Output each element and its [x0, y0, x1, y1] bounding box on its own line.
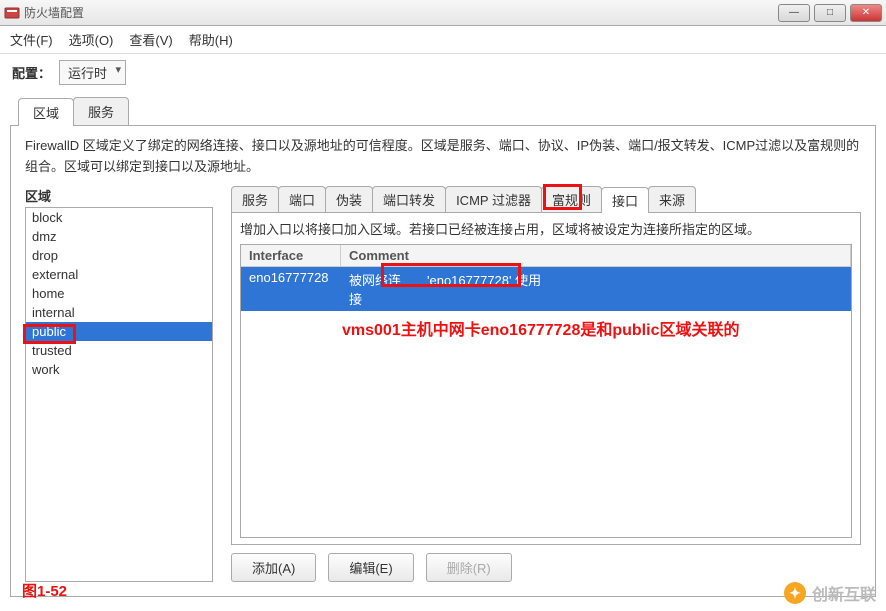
titlebar: 防火墙配置 — □ ✕ — [0, 0, 886, 26]
menu-options[interactable]: 选项(O) — [69, 30, 114, 49]
zone-item-block[interactable]: block — [26, 208, 212, 227]
interface-panel: 增加入口以将接口加入区域。若接口已经被连接占用，区域将被设定为连接所指定的区域。… — [231, 212, 861, 545]
menubar: 文件(F) 选项(O) 查看(V) 帮助(H) — [0, 26, 886, 54]
zone-item-internal[interactable]: internal — [26, 303, 212, 322]
interface-row[interactable]: eno16777728 被网络连接 'eno16777728' 使用 — [241, 267, 851, 311]
col-interface[interactable]: Interface — [241, 245, 341, 267]
tab-zone[interactable]: 区域 — [18, 98, 74, 126]
interface-table[interactable]: Interface Comment eno16777728 被网络连接 'eno… — [240, 244, 852, 538]
config-row: 配置： 运行时 — [0, 54, 886, 91]
interface-desc: 增加入口以将接口加入区域。若接口已经被连接占用，区域将被设定为连接所指定的区域。 — [240, 219, 852, 238]
watermark-logo-icon: ✦ — [784, 582, 806, 604]
cell-comment-b: 'eno16777728' 使用 — [419, 267, 851, 311]
window-title: 防火墙配置 — [24, 4, 778, 21]
menu-file[interactable]: 文件(F) — [10, 30, 53, 49]
inner-tab-port[interactable]: 端口 — [278, 186, 326, 212]
minimize-button[interactable]: — — [778, 4, 810, 22]
cell-interface: eno16777728 — [241, 267, 341, 311]
outer-tabs: 区域 服务 — [18, 97, 886, 125]
zone-item-trusted[interactable]: trusted — [26, 341, 212, 360]
inner-tabs: 服务 端口 伪装 端口转发 ICMP 过滤器 富规则 接口 来源 — [231, 186, 861, 212]
maximize-button[interactable]: □ — [814, 4, 846, 22]
zone-item-public[interactable]: public — [26, 322, 212, 341]
watermark: ✦ 创新互联 — [784, 581, 876, 605]
delete-button[interactable]: 删除(R) — [426, 553, 512, 582]
inner-tab-iface[interactable]: 接口 — [601, 187, 649, 213]
zone-list[interactable]: block dmz drop external home internal pu… — [25, 207, 213, 582]
zone-item-home[interactable]: home — [26, 284, 212, 303]
annotation-text: vms001主机中网卡eno16777728是和public区域关联的 — [342, 316, 739, 340]
zone-item-dmz[interactable]: dmz — [26, 227, 212, 246]
figure-caption: 图1-52 — [22, 580, 67, 601]
zone-item-drop[interactable]: drop — [26, 246, 212, 265]
config-label: 配置： — [12, 63, 51, 82]
zone-description: FirewallD 区域定义了绑定的网络连接、接口以及源地址的可信程度。区域是服… — [25, 136, 861, 178]
interface-table-head: Interface Comment — [241, 245, 851, 267]
zone-list-label: 区域 — [25, 186, 213, 205]
menu-help[interactable]: 帮助(H) — [189, 30, 233, 49]
zone-item-work[interactable]: work — [26, 360, 212, 379]
inner-tab-masq[interactable]: 伪装 — [325, 186, 373, 212]
inner-tab-rich[interactable]: 富规则 — [541, 186, 602, 212]
edit-button[interactable]: 编辑(E) — [328, 553, 413, 582]
zone-item-external[interactable]: external — [26, 265, 212, 284]
tab-service[interactable]: 服务 — [73, 97, 129, 125]
inner-tab-portfwd[interactable]: 端口转发 — [372, 186, 446, 212]
config-dropdown[interactable]: 运行时 — [59, 60, 126, 85]
add-button[interactable]: 添加(A) — [231, 553, 316, 582]
close-button[interactable]: ✕ — [850, 4, 882, 22]
cell-comment-a: 被网络连接 — [341, 267, 419, 311]
col-comment[interactable]: Comment — [341, 245, 851, 267]
inner-tab-service[interactable]: 服务 — [231, 186, 279, 212]
button-row: 添加(A) 编辑(E) 删除(R) — [231, 553, 861, 582]
zone-panel: FirewallD 区域定义了绑定的网络连接、接口以及源地址的可信程度。区域是服… — [10, 125, 876, 597]
window-controls: — □ ✕ — [778, 4, 882, 22]
menu-view[interactable]: 查看(V) — [129, 30, 172, 49]
inner-tab-source[interactable]: 来源 — [648, 186, 696, 212]
inner-tab-icmp[interactable]: ICMP 过滤器 — [445, 186, 542, 212]
watermark-text: 创新互联 — [812, 581, 876, 605]
app-icon — [4, 5, 20, 21]
